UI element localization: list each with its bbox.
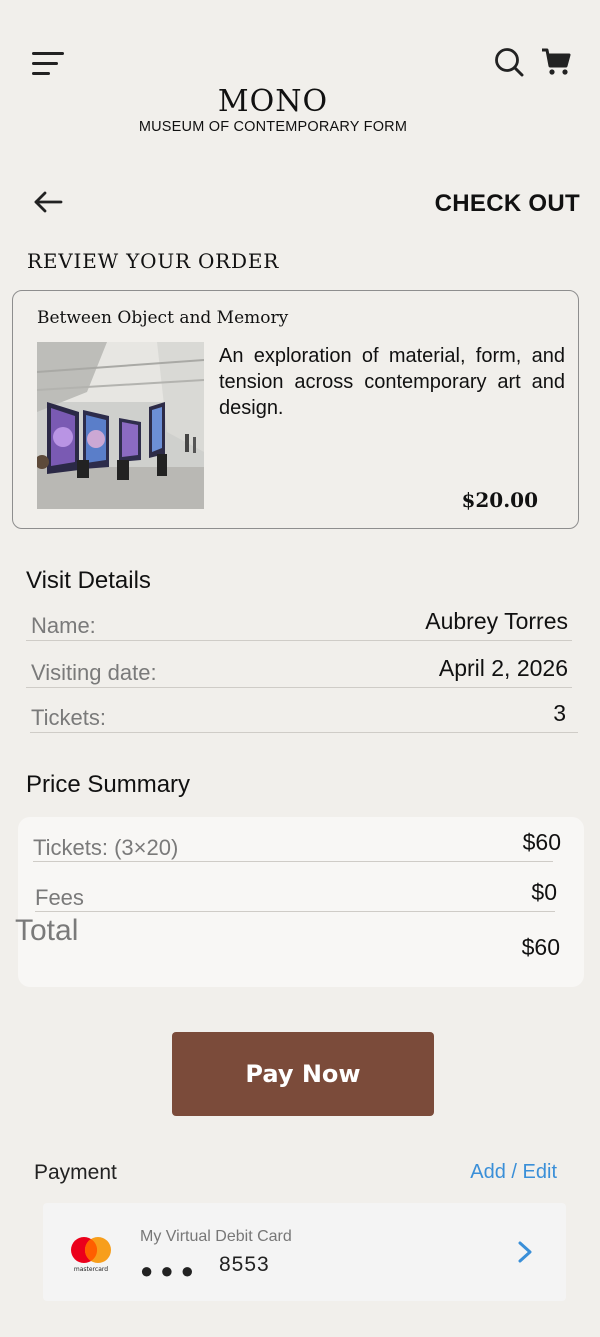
summary-value: $0 [531,879,557,905]
total-value: $60 [521,934,560,960]
order-item-card: Between Object and Memory An exploration… [12,290,579,529]
search-icon[interactable] [494,47,524,77]
summary-label: Fees [35,885,84,910]
pay-now-button[interactable]: Pay Now [172,1032,434,1116]
card-last-four: 8553 [219,1253,270,1276]
detail-value: April 2, 2026 [438,655,568,681]
price-summary-card: Tickets: (3×20) $60 Fees $0 [18,817,584,987]
chevron-right-icon[interactable] [516,1240,534,1264]
add-edit-link[interactable]: Add / Edit [470,1161,557,1184]
event-description: An exploration of material, form, and te… [219,345,565,419]
payment-label: Payment [34,1161,117,1184]
brand-subtitle: MUSEUM OF CONTEMPORARY FORM [138,119,408,135]
summary-row-tickets: Tickets: (3×20) $60 [33,825,561,862]
detail-label: Visiting date: [31,660,157,685]
arrow-left-icon[interactable] [32,190,64,214]
detail-row-tickets: Tickets: 3 [30,689,578,733]
visit-details-heading: Visit Details [26,567,151,594]
summary-label: Tickets: (3×20) [33,835,179,860]
summary-row-fees: Fees $0 [35,877,557,912]
detail-row-name: Name: Aubrey Torres [26,597,572,641]
review-heading: REVIEW YOUR ORDER [27,249,280,273]
detail-label: Tickets: [31,705,106,730]
mastercard-wordmark: mastercard [74,1266,108,1273]
detail-label: Name: [31,613,96,638]
menu-icon[interactable] [32,52,66,78]
event-price: $20.00 [461,488,538,512]
event-title: Between Object and Memory [37,308,289,328]
mastercard-logo-icon: mastercard [71,1237,111,1273]
brand-name: MONO [217,84,329,119]
event-image [37,342,204,509]
summary-value: $60 [522,829,561,855]
cart-icon[interactable] [540,46,572,78]
detail-value: Aubrey Torres [425,608,568,634]
card-name: My Virtual Debit Card [140,1228,292,1245]
payment-card[interactable]: mastercard My Virtual Debit Card ●●● 855… [43,1203,566,1301]
price-summary-heading: Price Summary [26,771,191,798]
card-masked-digits: ●●● [140,1258,201,1283]
total-label: Total [15,914,79,947]
detail-value: 3 [553,700,566,726]
page-title: CHECK OUT [434,190,580,217]
detail-row-visiting-date: Visiting date: April 2, 2026 [26,644,572,688]
